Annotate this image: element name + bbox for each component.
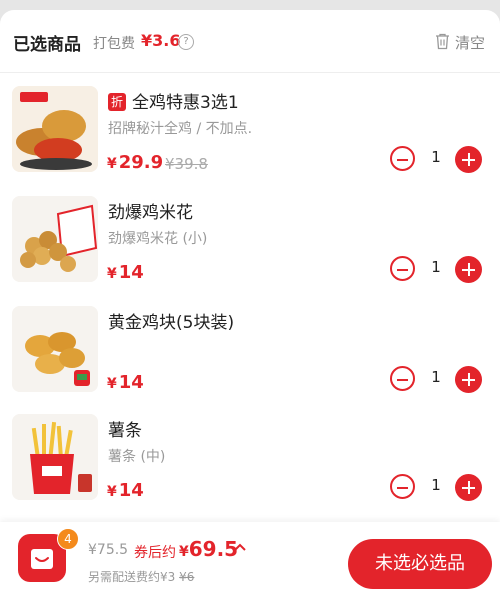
cart-item: 折全鸡特惠3选1 招牌秘汁全鸡 / 不加点. ¥29.9 ¥39.8 1 <box>0 86 500 194</box>
pack-fee-label: 打包费 <box>93 36 135 52</box>
increase-quantity-button[interactable] <box>455 366 482 393</box>
delivery-fee-note: 另需配送费约¥3 ¥6 <box>88 568 194 585</box>
currency-symbol: ¥ <box>107 484 117 500</box>
checkout-bar: 4 ¥75.5 券后约 ¥69.5 另需配送费约¥3 ¥6 未选必选品 <box>0 522 500 598</box>
clear-label: 清空 <box>455 34 486 52</box>
quantity-value: 1 <box>431 258 441 276</box>
checkout-button[interactable]: 未选必选品 <box>348 539 492 589</box>
quantity-value: 1 <box>431 368 441 386</box>
cart-item: 黄金鸡块(5块装) ¥14 1 <box>0 306 500 414</box>
cart-item: 劲爆鸡米花 劲爆鸡米花 (小) ¥14 1 <box>0 196 500 304</box>
item-price: ¥14 <box>107 480 144 501</box>
cart-sheet: 已选商品 打包费 ¥3.6 ? 清空 折全鸡特惠3选1 招牌秘汁全鸡 / 不加点… <box>0 10 500 598</box>
cart-item: 薯条 薯条 (中) ¥14 1 <box>0 414 500 522</box>
currency-symbol: ¥ <box>107 266 117 282</box>
quantity-value: 1 <box>431 476 441 494</box>
item-price: ¥14 <box>107 262 144 283</box>
quantity-value: 1 <box>431 148 441 166</box>
item-spec: 招牌秘汁全鸡 / 不加点. <box>108 121 253 137</box>
currency-symbol: ¥ <box>107 156 117 172</box>
discount-tag: 折 <box>108 93 126 111</box>
product-image-popcorn-chicken <box>12 196 98 282</box>
help-icon[interactable]: ? <box>178 34 194 50</box>
item-price-value: 14 <box>118 262 144 283</box>
item-spec: 劲爆鸡米花 (小) <box>108 231 208 247</box>
item-price: ¥29.9 <box>107 152 163 173</box>
decrease-quantity-button[interactable] <box>390 366 415 391</box>
cart-count-badge: 4 <box>57 528 79 550</box>
item-original-price: ¥39.8 <box>165 155 208 173</box>
increase-quantity-button[interactable] <box>455 146 482 173</box>
increase-quantity-button[interactable] <box>455 256 482 283</box>
decrease-quantity-button[interactable] <box>390 146 415 171</box>
trash-icon <box>436 33 449 50</box>
item-spec: 薯条 (中) <box>108 449 166 465</box>
decrease-quantity-button[interactable] <box>390 474 415 499</box>
total-price-value: 69.5 <box>188 537 239 561</box>
currency-symbol: ¥ <box>107 376 117 392</box>
coupon-label: 券后约 <box>134 545 176 561</box>
item-name: 黄金鸡块(5块装) <box>108 313 235 333</box>
product-image-fries <box>12 414 98 500</box>
delivery-fee-text: 另需配送费约¥3 <box>88 570 176 584</box>
cart-title: 已选商品 <box>13 35 81 55</box>
item-name: 折全鸡特惠3选1 <box>108 88 239 113</box>
item-name-text: 全鸡特惠3选1 <box>132 93 239 113</box>
item-price-value: 29.9 <box>118 152 164 173</box>
item-price-value: 14 <box>118 480 144 501</box>
item-price: ¥14 <box>107 372 144 393</box>
currency-symbol: ¥ <box>179 544 189 560</box>
product-image-chicken-nuggets <box>12 306 98 392</box>
item-price-value: 14 <box>118 372 144 393</box>
decrease-quantity-button[interactable] <box>390 256 415 281</box>
total-price: ¥69.5 <box>179 537 238 561</box>
cart-header: 已选商品 打包费 ¥3.6 ? 清空 <box>0 10 500 73</box>
increase-quantity-button[interactable] <box>455 474 482 501</box>
item-name: 劲爆鸡米花 <box>108 203 193 223</box>
pack-fee-value: ¥3.6 <box>141 31 181 50</box>
total-original-price: ¥75.5 <box>88 542 129 558</box>
chevron-up-icon[interactable] <box>233 542 247 552</box>
item-name: 薯条 <box>108 421 142 441</box>
product-image-whole-chicken <box>12 86 98 172</box>
delivery-fee-original: ¥6 <box>179 570 195 584</box>
